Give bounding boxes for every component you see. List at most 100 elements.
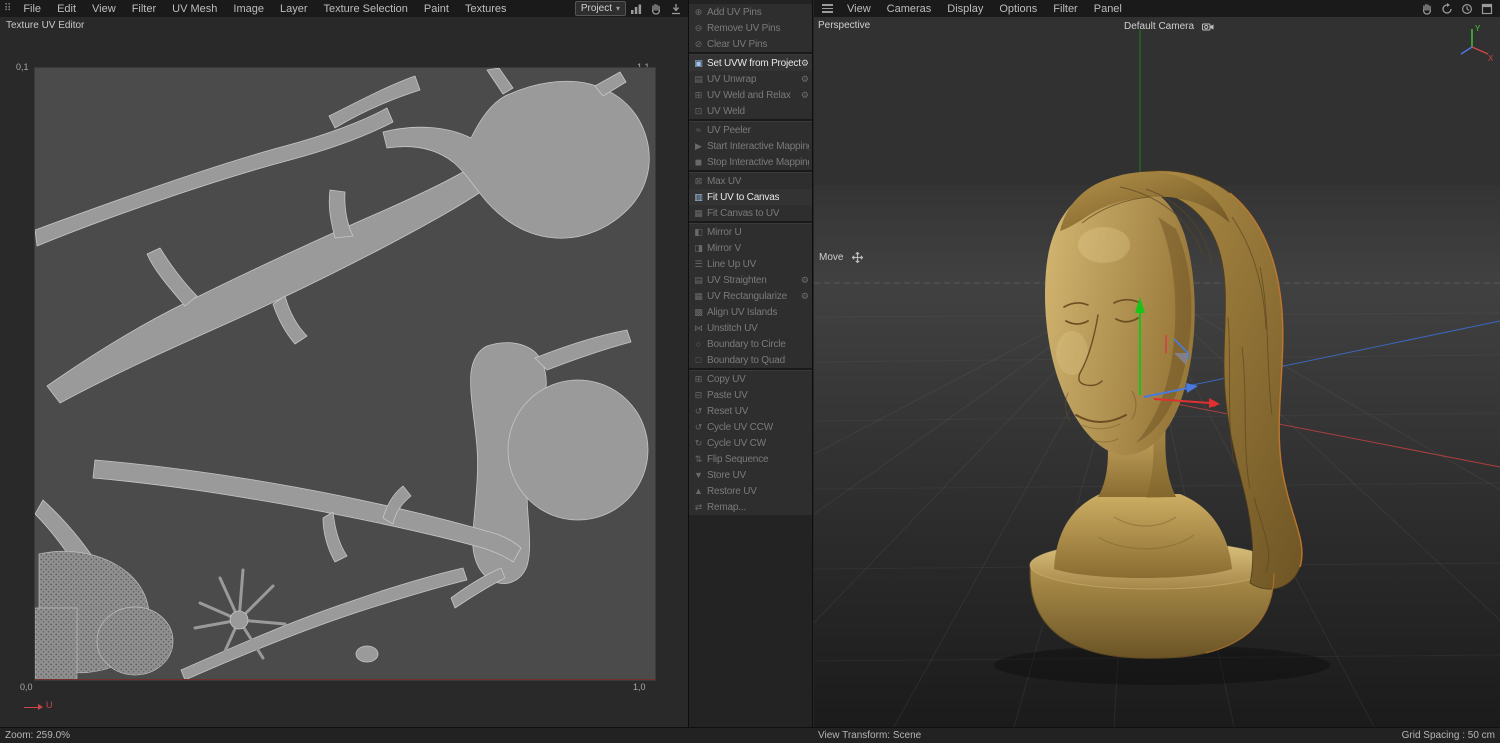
vp-menu-cameras[interactable]: Cameras — [879, 1, 940, 17]
cmd-align-uv-islands[interactable]: ▩Align UV Islands — [689, 304, 812, 320]
maximize-panel-icon[interactable] — [1479, 2, 1495, 15]
straighten-icon: ▤ — [692, 275, 705, 286]
cmd-uv-peeler[interactable]: ≈UV Peeler — [689, 122, 812, 138]
align-islands-icon: ▩ — [692, 307, 705, 318]
cmd-label: Remove UV Pins — [707, 23, 780, 34]
cmd-paste-uv[interactable]: ⊟Paste UV — [689, 387, 812, 403]
gear-icon[interactable]: ⚙ — [801, 90, 809, 101]
history-clock-icon[interactable] — [1459, 2, 1475, 15]
gear-icon[interactable]: ⚙ — [801, 58, 809, 69]
axis-x-label: X — [1488, 54, 1494, 61]
cmd-label: Mirror V — [707, 243, 741, 254]
vp-menu-panel[interactable]: Panel — [1086, 1, 1130, 17]
uv-editor-menubar: ⠿ File Edit View Filter UV Mesh Image La… — [0, 0, 688, 18]
cmd-cycle-uv-ccw[interactable]: ↺Cycle UV CCW — [689, 419, 812, 435]
menu-layer[interactable]: Layer — [272, 1, 316, 17]
unstitch-icon: ⋈ — [692, 323, 705, 334]
application-window: ⠿ File Edit View Filter UV Mesh Image La… — [0, 0, 1500, 743]
cmd-remove-uv-pins[interactable]: ⊖Remove UV Pins — [689, 20, 812, 36]
active-tool-label: Move — [819, 251, 867, 264]
grid-spacing-status: Grid Spacing : 50 cm — [1402, 730, 1495, 741]
cmd-max-uv[interactable]: ⊠Max UV — [689, 173, 812, 189]
cmd-label: Paste UV — [707, 390, 748, 401]
menu-image[interactable]: Image — [225, 1, 272, 17]
u-axis-indicator: U — [24, 701, 64, 713]
cmd-line-up-uv[interactable]: ☰Line Up UV — [689, 256, 812, 272]
cmd-clear-uv-pins[interactable]: ⊘Clear UV Pins — [689, 36, 812, 52]
move-label-text: Move — [819, 252, 843, 263]
cmd-uv-rectangularize[interactable]: ▦UV Rectangularize⚙ — [689, 288, 812, 304]
cmd-add-uv-pins[interactable]: ⊕Add UV Pins — [689, 4, 812, 20]
cmd-uv-straighten[interactable]: ▤UV Straighten⚙ — [689, 272, 812, 288]
gear-icon[interactable]: ⚙ — [801, 291, 809, 302]
hand-tool-icon[interactable] — [648, 2, 664, 15]
cmd-label: UV Peeler — [707, 125, 751, 136]
vp-menu-filter[interactable]: Filter — [1045, 1, 1085, 17]
hand-tool-icon[interactable] — [1419, 2, 1435, 15]
download-arrow-icon[interactable] — [668, 2, 684, 15]
cmd-uv-unwrap[interactable]: ▤UV Unwrap⚙ — [689, 71, 812, 87]
viewport-camera-label[interactable]: Default Camera — [1124, 20, 1218, 33]
cmd-mirror-v[interactable]: ◨Mirror V — [689, 240, 812, 256]
hamburger-menu-icon[interactable] — [822, 4, 833, 13]
vp-menu-display[interactable]: Display — [939, 1, 991, 17]
vp-menu-options[interactable]: Options — [991, 1, 1045, 17]
menu-paint[interactable]: Paint — [416, 1, 457, 17]
peeler-icon: ≈ — [692, 125, 705, 135]
cmd-fit-canvas-to-uv[interactable]: ▦Fit Canvas to UV — [689, 205, 812, 221]
cmd-flip-sequence[interactable]: ⇅Flip Sequence — [689, 451, 812, 467]
cmd-boundary-to-circle[interactable]: ○Boundary to Circle — [689, 336, 812, 352]
status-bar: Zoom: 259.0% View Transform: Scene Grid … — [0, 727, 1500, 743]
cmd-uv-weld[interactable]: ⊡UV Weld — [689, 103, 812, 119]
cmd-label: Cycle UV CCW — [707, 422, 773, 433]
project-dropdown[interactable]: Project ▾ — [575, 1, 626, 16]
menu-texture-selection[interactable]: Texture Selection — [316, 1, 416, 17]
gear-icon[interactable]: ⚙ — [801, 74, 809, 85]
camera-icon — [1200, 20, 1216, 33]
cmd-stop-interactive-mapping[interactable]: ◼Stop Interactive Mapping — [689, 154, 812, 170]
panel-grip-icon[interactable]: ⠿ — [0, 3, 15, 14]
cmd-start-interactive-mapping[interactable]: ▶Start Interactive Mapping — [689, 138, 812, 154]
projection-icon: ▣ — [692, 58, 705, 69]
panel-title: Texture UV Editor — [6, 20, 84, 31]
cmd-uv-weld-and-relax[interactable]: ⊞UV Weld and Relax⚙ — [689, 87, 812, 103]
uv-canvas[interactable] — [35, 68, 655, 680]
viewport-menubar: View Cameras Display Options Filter Pane… — [814, 0, 1500, 18]
menu-textures[interactable]: Textures — [457, 1, 515, 17]
uv-corner-0-0: 0,0 — [20, 682, 33, 692]
cmd-restore-uv[interactable]: ▲Restore UV — [689, 483, 812, 499]
cmd-boundary-to-quad[interactable]: □Boundary to Quad — [689, 352, 812, 368]
menu-file[interactable]: File — [15, 1, 49, 17]
rotate-view-icon[interactable] — [1439, 2, 1455, 15]
cmd-reset-uv[interactable]: ↺Reset UV — [689, 403, 812, 419]
cmd-label: Stop Interactive Mapping — [707, 157, 809, 168]
perspective-viewport[interactable]: Perspective Default Camera Move Y X — [814, 17, 1500, 727]
menu-uv-mesh[interactable]: UV Mesh — [164, 1, 225, 17]
cmd-label: Clear UV Pins — [707, 39, 767, 50]
viewport-toolbar-icons — [1417, 2, 1497, 15]
cmd-unstitch-uv[interactable]: ⋈Unstitch UV — [689, 320, 812, 336]
boundary-circle-icon: ○ — [692, 339, 705, 349]
cycle-cw-icon: ↻ — [692, 438, 705, 449]
cmd-cycle-uv-cw[interactable]: ↻Cycle UV CW — [689, 435, 812, 451]
cmd-remap[interactable]: ⇄Remap... — [689, 499, 812, 515]
cmd-set-uvw-from-projection[interactable]: ▣Set UVW from Projection⚙ — [689, 55, 812, 71]
perspective-label-text: Perspective — [818, 20, 870, 31]
vp-menu-view[interactable]: View — [839, 1, 879, 17]
cmd-copy-uv[interactable]: ⊞Copy UV — [689, 371, 812, 387]
cmd-fit-uv-to-canvas[interactable]: ▥Fit UV to Canvas — [689, 189, 812, 205]
cmd-mirror-u[interactable]: ◧Mirror U — [689, 224, 812, 240]
mirror-u-icon: ◧ — [692, 227, 705, 238]
histogram-icon[interactable] — [628, 2, 644, 15]
cmd-store-uv[interactable]: ▼Store UV — [689, 467, 812, 483]
restore-icon: ▲ — [692, 486, 705, 496]
gear-icon[interactable]: ⚙ — [801, 275, 809, 286]
uv-commands-panel: ⊕Add UV Pins ⊖Remove UV Pins ⊘Clear UV P… — [688, 0, 813, 743]
view-transform-status: View Transform: Scene — [818, 730, 921, 741]
menu-view[interactable]: View — [84, 1, 124, 17]
menu-edit[interactable]: Edit — [49, 1, 84, 17]
weld-icon: ⊡ — [692, 106, 705, 117]
menu-filter[interactable]: Filter — [124, 1, 164, 17]
cmd-label: UV Rectangularize — [707, 291, 787, 302]
viewport-view-label[interactable]: Perspective — [818, 20, 870, 31]
